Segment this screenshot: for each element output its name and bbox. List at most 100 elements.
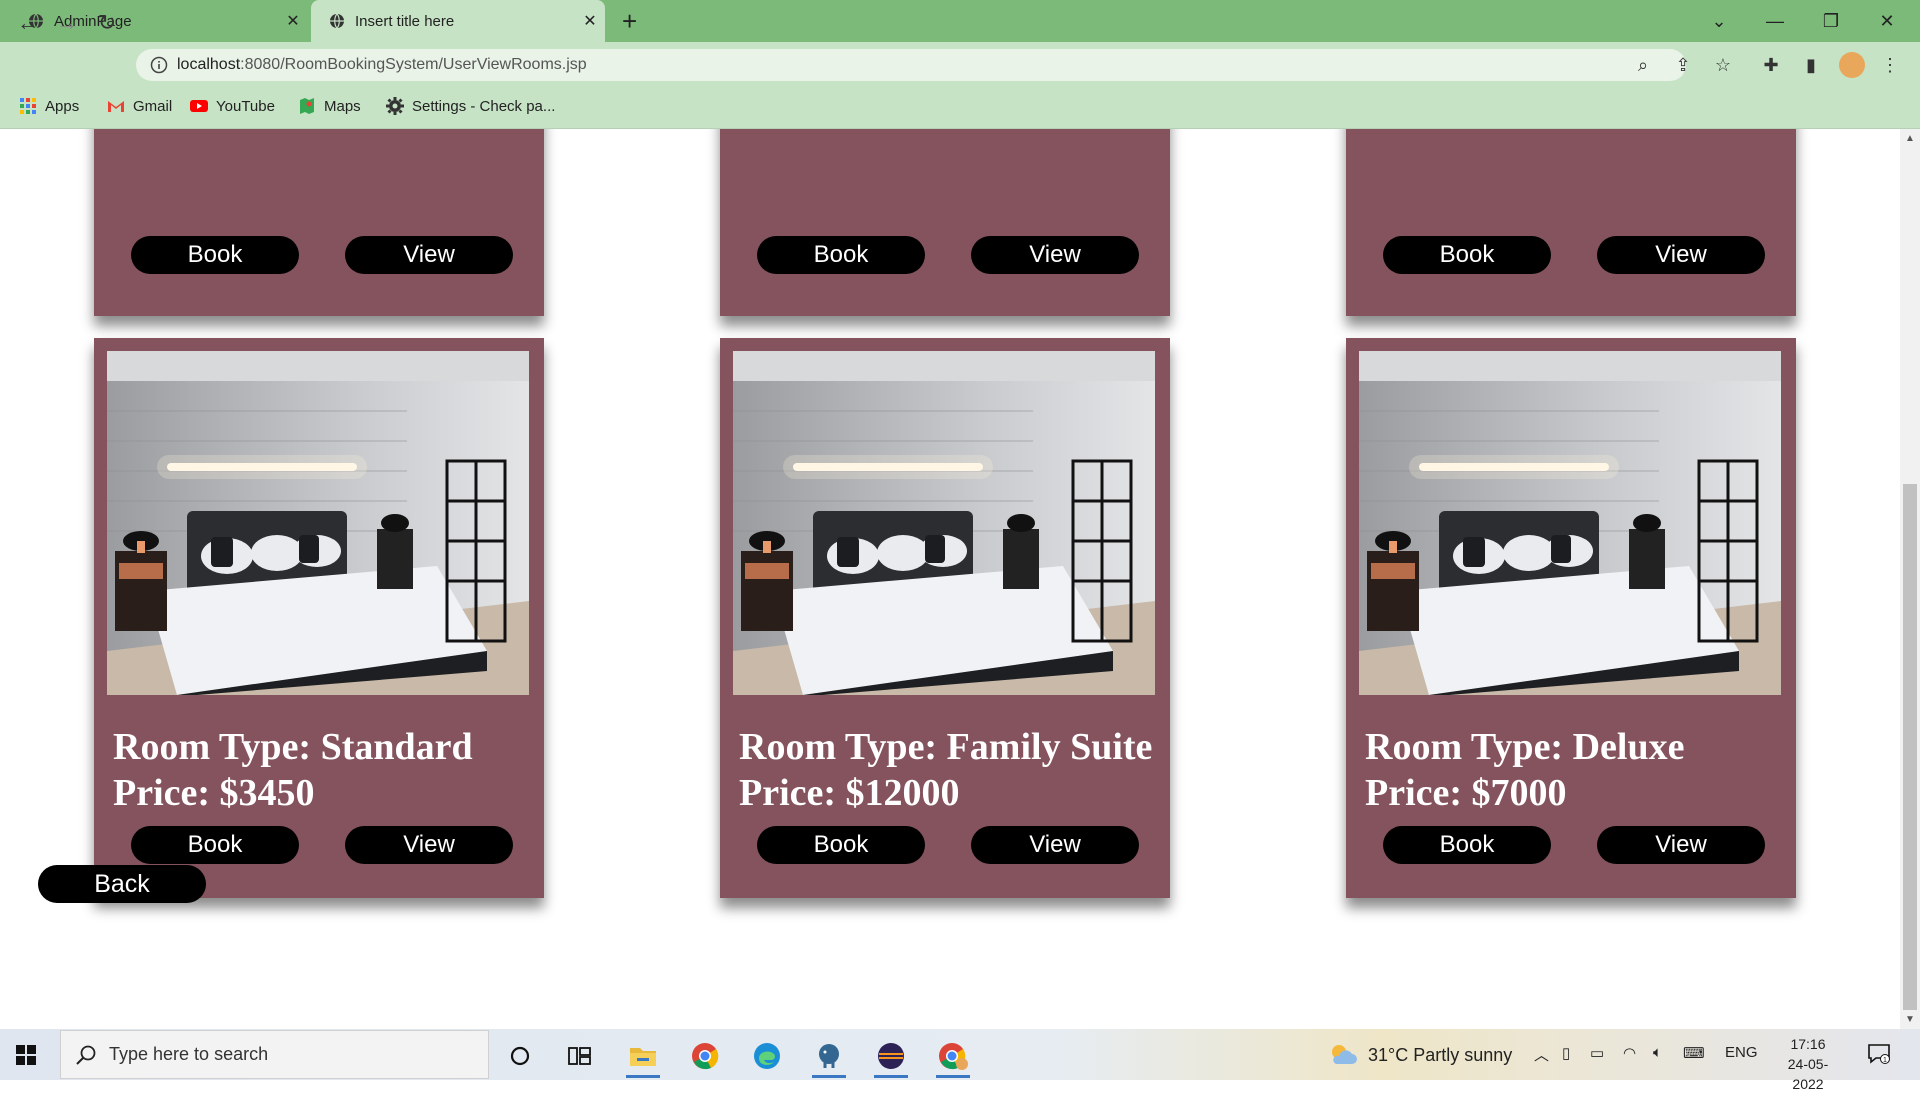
cortana-icon[interactable] bbox=[495, 1034, 545, 1078]
meet-now-icon[interactable]: ▯ bbox=[1562, 1044, 1570, 1062]
restore-icon[interactable]: ❐ bbox=[1803, 0, 1859, 42]
wifi-icon[interactable]: ◠ bbox=[1623, 1044, 1636, 1062]
reload-icon[interactable]: ↻ bbox=[92, 8, 122, 38]
minimize-icon[interactable]: — bbox=[1747, 0, 1803, 42]
book-button[interactable]: Book bbox=[131, 826, 299, 864]
site-info-icon[interactable] bbox=[150, 56, 168, 74]
search-icon bbox=[76, 1045, 96, 1065]
room-price: Price: $12000 bbox=[739, 772, 960, 814]
bookmark-label: Gmail bbox=[133, 97, 173, 115]
settings-gear-icon bbox=[386, 97, 404, 115]
new-tab-icon[interactable]: + bbox=[622, 6, 637, 36]
room-price: Price: $7000 bbox=[1365, 772, 1567, 814]
tab-title: AdminPage bbox=[54, 12, 132, 30]
task-view-icon[interactable] bbox=[555, 1034, 605, 1078]
url-text[interactable]: localhost:8080/RoomBookingSystem/UserVie… bbox=[177, 56, 587, 74]
bookmarks-bar bbox=[0, 88, 1920, 129]
windows-start-icon[interactable] bbox=[16, 1045, 36, 1065]
language-indicator[interactable]: ENG bbox=[1725, 1044, 1758, 1061]
share-icon[interactable]: ⇪ bbox=[1670, 53, 1696, 77]
clock-time: 17:16 bbox=[1790, 1036, 1826, 1052]
side-panel-icon[interactable]: ▮ bbox=[1797, 51, 1825, 79]
extensions-puzzle-icon[interactable]: ✚ bbox=[1757, 51, 1785, 79]
bookmark-label: YouTube bbox=[216, 97, 275, 115]
profile-avatar[interactable] bbox=[1839, 52, 1865, 78]
maps-icon bbox=[300, 98, 314, 114]
close-tab-icon[interactable]: ✕ bbox=[278, 11, 308, 31]
file-explorer-icon[interactable] bbox=[618, 1034, 668, 1078]
close-tab-icon[interactable]: ✕ bbox=[575, 11, 605, 31]
forward-arrow-icon[interactable]: → bbox=[52, 8, 82, 38]
scrollbar-thumb[interactable] bbox=[1903, 484, 1917, 1010]
tab-title: Insert title here bbox=[355, 12, 455, 30]
bookmark-settings[interactable]: Settings - Check pa... bbox=[386, 95, 555, 117]
book-button[interactable]: Book bbox=[757, 826, 925, 864]
battery-icon[interactable]: ▭ bbox=[1590, 1044, 1604, 1062]
chrome-icon[interactable] bbox=[680, 1034, 730, 1078]
view-button[interactable]: View bbox=[971, 826, 1139, 864]
show-hidden-icons-chevron-icon[interactable]: ︿ bbox=[1534, 1044, 1549, 1065]
zoom-icon[interactable]: ⌕ bbox=[1630, 53, 1656, 77]
room-card-partial: Book View bbox=[1346, 129, 1796, 316]
room-card-partial: Book View bbox=[720, 129, 1170, 316]
volume-icon[interactable]: 🔈︎ bbox=[1653, 1044, 1662, 1061]
bookmark-gmail[interactable]: Gmail bbox=[107, 95, 172, 117]
book-button[interactable]: Book bbox=[1383, 236, 1551, 274]
bookmark-maps[interactable]: Maps bbox=[298, 95, 361, 117]
weather-text[interactable]: 31°C Partly sunny bbox=[1368, 1045, 1512, 1066]
system-clock[interactable]: 17:16 24-05-2022 bbox=[1777, 1034, 1839, 1094]
keyboard-icon[interactable]: ⌨ bbox=[1683, 1044, 1705, 1062]
clock-date: 24-05-2022 bbox=[1787, 1056, 1829, 1092]
room-type: Room Type: Family Suite bbox=[739, 726, 1153, 768]
chrome-profile-icon[interactable] bbox=[928, 1034, 978, 1078]
postgresql-icon[interactable] bbox=[804, 1034, 854, 1078]
book-button[interactable]: Book bbox=[1383, 826, 1551, 864]
bedroom-image bbox=[107, 351, 529, 695]
room-type: Room Type: Deluxe bbox=[1365, 726, 1685, 768]
book-button[interactable]: Book bbox=[757, 236, 925, 274]
eclipse-icon[interactable] bbox=[866, 1034, 916, 1078]
view-button[interactable]: View bbox=[345, 236, 513, 274]
scroll-down-arrow-icon[interactable]: ▼ bbox=[1904, 1014, 1916, 1026]
room-card-family-suite: Room Type: Family Suite Price: $12000 Bo… bbox=[720, 338, 1170, 898]
tab-insert-title[interactable]: Insert title here ✕ bbox=[311, 0, 605, 42]
back-button[interactable]: Back bbox=[38, 865, 206, 903]
globe-icon bbox=[330, 13, 344, 29]
svg-text:1: 1 bbox=[1883, 1057, 1887, 1064]
url-host: localhost bbox=[177, 56, 241, 73]
bookmark-star-icon[interactable]: ☆ bbox=[1710, 53, 1736, 77]
search-placeholder: Type here to search bbox=[109, 1044, 269, 1064]
notification-center-icon[interactable]: 1 bbox=[1868, 1044, 1890, 1064]
scroll-up-arrow-icon[interactable]: ▲ bbox=[1904, 133, 1916, 145]
room-type: Room Type: Standard bbox=[113, 726, 473, 768]
tab-search-chevron-icon[interactable]: ⌄ bbox=[1691, 0, 1747, 42]
room-card-deluxe: Room Type: Deluxe Price: $7000 Book View bbox=[1346, 338, 1796, 898]
url-path: :8080/RoomBookingSystem/UserViewRooms.js… bbox=[240, 56, 587, 73]
room-price: Price: $3450 bbox=[113, 772, 315, 814]
view-button[interactable]: View bbox=[1597, 826, 1765, 864]
view-button[interactable]: View bbox=[1597, 236, 1765, 274]
partly-sunny-icon[interactable] bbox=[1328, 1042, 1358, 1066]
view-button[interactable]: View bbox=[345, 826, 513, 864]
room-info: Room Type: Standard Price: $3450 bbox=[113, 724, 473, 816]
bookmark-label: Maps bbox=[324, 97, 361, 115]
book-button[interactable]: Book bbox=[131, 236, 299, 274]
bedroom-image bbox=[733, 351, 1155, 695]
room-photo bbox=[1359, 351, 1781, 695]
view-button[interactable]: View bbox=[971, 236, 1139, 274]
gmail-icon bbox=[108, 101, 124, 112]
bookmark-youtube[interactable]: YouTube bbox=[190, 95, 275, 117]
back-arrow-icon[interactable]: ← bbox=[13, 8, 43, 38]
close-window-icon[interactable]: ✕ bbox=[1859, 0, 1915, 42]
edge-icon[interactable] bbox=[742, 1034, 792, 1078]
menu-kebab-icon[interactable]: ⋮ bbox=[1876, 51, 1904, 79]
room-info: Room Type: Deluxe Price: $7000 bbox=[1365, 724, 1684, 816]
apps-grid-icon bbox=[20, 98, 36, 114]
bookmark-label: Apps bbox=[45, 97, 80, 115]
bookmark-label: Settings - Check pa... bbox=[412, 97, 556, 115]
bookmark-apps[interactable]: Apps bbox=[19, 95, 79, 117]
youtube-icon bbox=[190, 100, 208, 112]
room-info: Room Type: Family Suite Price: $12000 bbox=[739, 724, 1152, 816]
room-photo bbox=[733, 351, 1155, 695]
room-card-standard: Room Type: Standard Price: $3450 Book Vi… bbox=[94, 338, 544, 898]
